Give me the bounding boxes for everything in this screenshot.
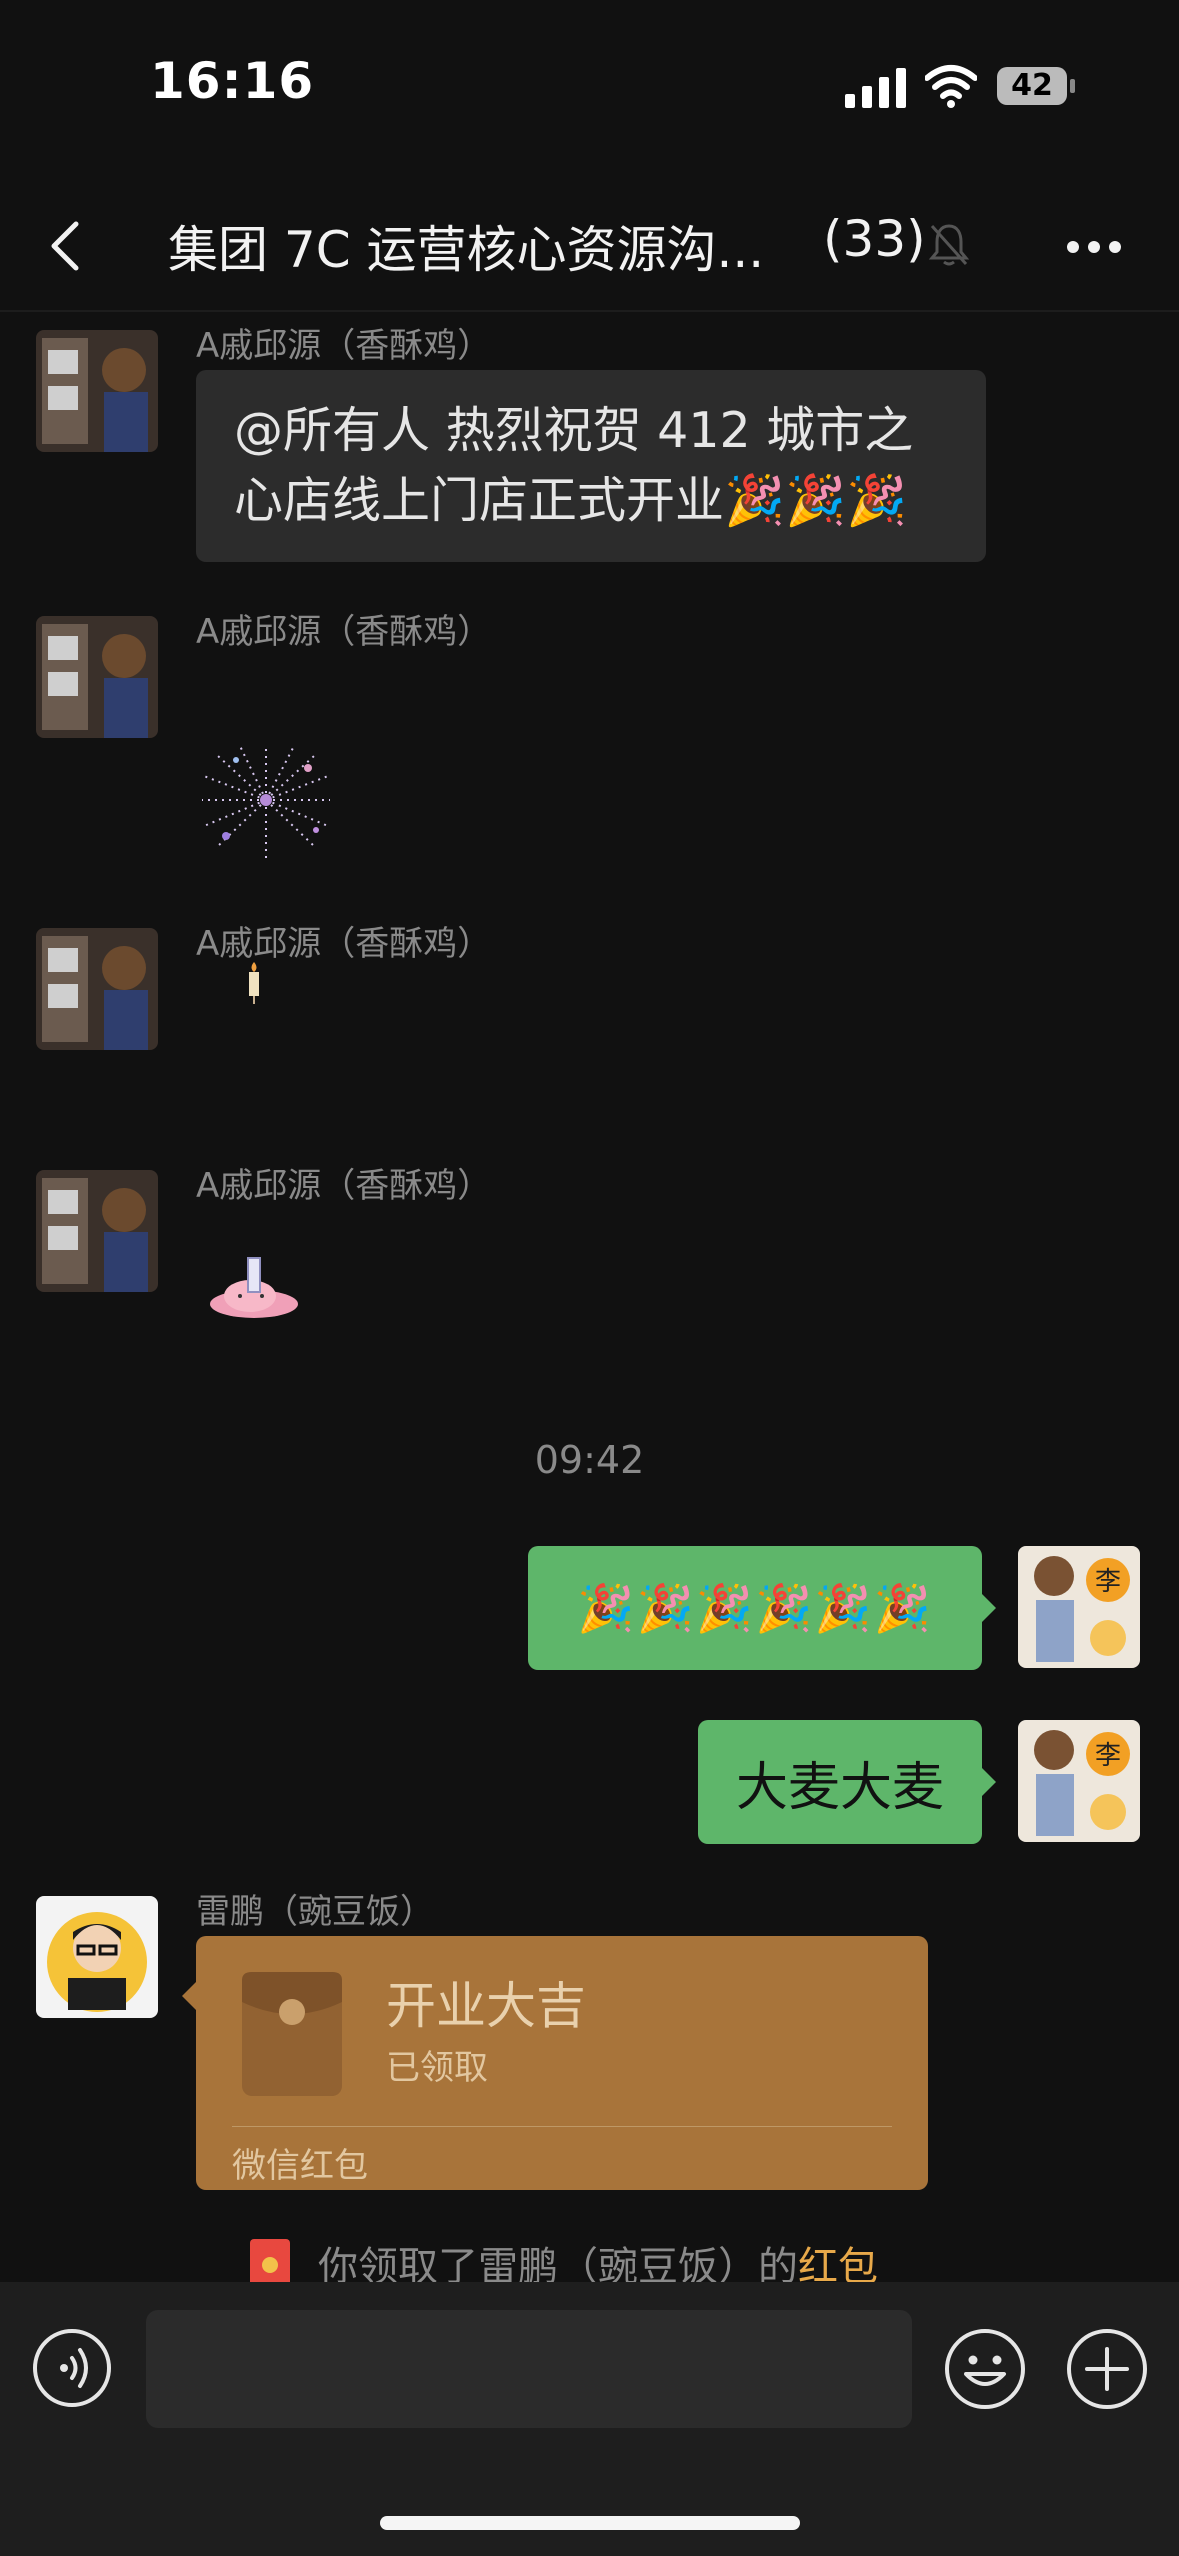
message-input[interactable] [146, 2310, 912, 2428]
home-indicator[interactable] [380, 2516, 800, 2530]
message-line: @所有人 热烈祝贺 412 城市之 [234, 402, 914, 459]
sender-name: A戚邱源（香酥鸡） [196, 1166, 492, 1206]
red-packet-title: 开业大吉 [386, 1977, 586, 2035]
pink-character-sticker[interactable] [206, 1254, 302, 1322]
red-packet-brand: 微信红包 [232, 2146, 368, 2186]
red-packet-mini-icon [250, 2239, 290, 2287]
sender-name: A戚邱源（香酥鸡） [196, 612, 492, 652]
candle-sticker[interactable] [244, 962, 264, 1004]
message-line: 心店线上门店正式开业🎉🎉🎉 [234, 472, 908, 529]
voice-input-icon[interactable] [32, 2328, 112, 2408]
red-packet-card[interactable]: 开业大吉 已领取 微信红包 [196, 1936, 928, 2190]
back-arrow-icon[interactable] [48, 220, 80, 272]
fireworks-sticker[interactable] [196, 740, 336, 870]
sender-avatar[interactable] [36, 616, 158, 738]
battery-level: 42 [1011, 68, 1053, 103]
sender-name: A戚邱源（香酥鸡） [196, 924, 492, 964]
sender-avatar[interactable] [36, 1896, 158, 2018]
bubble-tail [982, 1768, 996, 1796]
red-envelope-icon [242, 1972, 342, 2096]
status-time: 16:16 [150, 52, 315, 110]
sender-avatar[interactable] [36, 928, 158, 1050]
emoji-icon[interactable] [944, 2328, 1026, 2410]
red-packet-divider [232, 2126, 892, 2127]
bubble-tail [982, 1594, 996, 1622]
plus-icon[interactable] [1066, 2328, 1148, 2410]
member-count: (33) [823, 210, 926, 268]
message-text: 大麦大麦 [735, 1757, 944, 1818]
sender-name: A戚邱源（香酥鸡） [196, 326, 492, 366]
more-options-icon[interactable] [1066, 240, 1122, 254]
sender-avatar[interactable] [36, 1170, 158, 1292]
cellular-signal-icon [845, 68, 906, 108]
svg-text:李: 李 [1095, 1741, 1121, 1771]
sender-avatar[interactable] [36, 330, 158, 452]
outgoing-message-bubble[interactable]: 🎉🎉🎉🎉🎉🎉 [528, 1546, 982, 1670]
wifi-icon [925, 65, 977, 108]
header-divider [0, 310, 1179, 312]
svg-text:李: 李 [1095, 1567, 1121, 1597]
chat-timestamp: 09:42 [534, 1438, 645, 1482]
muted-bell-icon [928, 224, 970, 266]
my-avatar[interactable]: 李 [1018, 1720, 1140, 1842]
chat-title: 集团 7C 运营核心资源沟... [168, 221, 765, 279]
sender-name: 雷鹏（豌豆饭） [196, 1892, 434, 1932]
text-message-bubble[interactable]: @所有人 热烈祝贺 412 城市之 心店线上门店正式开业🎉🎉🎉 [196, 370, 986, 562]
bubble-tail [182, 1982, 196, 2010]
my-avatar[interactable]: 李 [1018, 1546, 1140, 1668]
message-text: 🎉🎉🎉🎉🎉🎉 [577, 1580, 933, 1635]
outgoing-message-bubble[interactable]: 大麦大麦 [698, 1720, 982, 1844]
red-packet-status: 已领取 [386, 2048, 488, 2088]
battery-indicator: 42 [996, 66, 1076, 106]
